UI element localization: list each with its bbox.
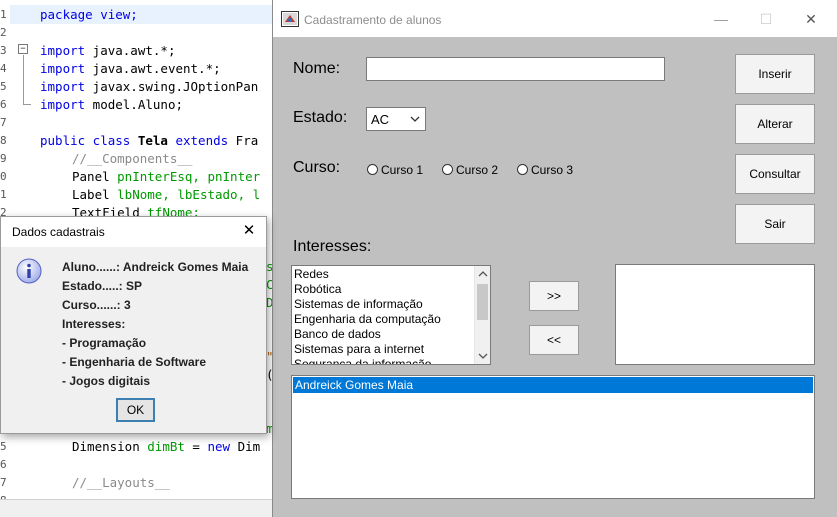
chevron-down-icon xyxy=(410,116,420,122)
list-item-selected[interactable]: Andreick Gomes Maia xyxy=(293,377,813,393)
dialog-titlebar[interactable]: Dados cadastrais ✕ xyxy=(1,217,266,247)
nome-label: Nome: xyxy=(293,60,341,77)
dados-dialog: Dados cadastrais ✕ Aluno......: Andreick… xyxy=(0,216,267,434)
line-number: 4 xyxy=(0,62,7,75)
line-number: 1 xyxy=(0,8,7,21)
list-item[interactable]: Banco de dados xyxy=(294,327,381,342)
scroll-up-icon[interactable] xyxy=(478,270,488,278)
remove-interest-button[interactable]: << xyxy=(529,325,579,355)
dialog-interest-item: - Jogos digitais xyxy=(62,374,151,388)
code-comment: //__Layouts__ xyxy=(72,475,170,490)
horizontal-scrollbar[interactable] xyxy=(0,499,272,517)
fold-guide-end xyxy=(23,104,31,105)
scroll-down-icon[interactable] xyxy=(478,352,488,360)
code-line: import javax.swing.JOptionPan xyxy=(40,79,259,94)
line-number: 7 xyxy=(0,116,7,129)
dialog-curso: Curso......: 3 xyxy=(62,298,131,312)
code-line: import java.awt.*; xyxy=(40,43,176,58)
dialog-interesses-title: Interesses: xyxy=(62,317,126,331)
line-number: 0 xyxy=(0,170,7,183)
radio-label: Curso 1 xyxy=(381,163,424,177)
code-line: package view; xyxy=(40,7,138,22)
dialog-estado: Estado.....: SP xyxy=(62,279,143,293)
fold-toggle-icon[interactable]: − xyxy=(18,44,28,54)
list-item[interactable]: Sistemas para a internet xyxy=(294,342,424,357)
window-title: Cadastramento de alunos xyxy=(304,13,442,27)
java-app-icon xyxy=(281,11,299,27)
line-number: 9 xyxy=(0,152,7,165)
close-button[interactable]: ✕ xyxy=(788,6,834,32)
list-item[interactable]: Redes xyxy=(294,267,329,282)
code-line: Panel pnInterEsq, pnInter xyxy=(72,169,261,184)
radio-label: Curso 2 xyxy=(456,163,499,177)
consultar-button[interactable]: Consultar xyxy=(735,154,815,194)
list-item[interactable]: Engenharia da computação xyxy=(294,312,441,327)
cadastro-window: Cadastramento de alunos — ☐ ✕ Nome: Esta… xyxy=(272,0,837,517)
scroll-thumb[interactable] xyxy=(477,284,488,320)
code-line: public class Tela extends Fra xyxy=(40,133,259,148)
add-interest-button[interactable]: >> xyxy=(529,281,579,311)
curso-label: Curso: xyxy=(293,159,341,176)
dialog-aluno: Aluno......: Andreick Gomes Maia xyxy=(62,260,249,274)
dialog-close-button[interactable]: ✕ xyxy=(240,222,258,240)
radio-circle xyxy=(517,164,528,175)
info-icon xyxy=(16,258,42,284)
sair-button[interactable]: Sair xyxy=(735,204,815,244)
interesses-list[interactable]: Redes Robótica Sistemas de informação En… xyxy=(291,265,491,365)
minimize-button[interactable]: — xyxy=(698,6,744,32)
list-item[interactable]: Sistemas de informação xyxy=(294,297,423,312)
radio-label: Curso 3 xyxy=(531,163,574,177)
list-scrollbar[interactable] xyxy=(474,266,490,364)
inserir-button[interactable]: Inserir xyxy=(735,54,815,94)
alterar-button[interactable]: Alterar xyxy=(735,104,815,144)
radio-circle xyxy=(442,164,453,175)
selected-interests-list[interactable] xyxy=(615,264,815,365)
estado-label: Estado: xyxy=(293,109,348,126)
code-line: Dimension dimBt = new Dim xyxy=(72,439,261,454)
estado-select[interactable]: AC xyxy=(366,107,426,131)
fold-guide xyxy=(23,55,24,105)
line-number: 2 xyxy=(0,26,7,39)
code-line: Label lbNome, lbEstado, l xyxy=(72,187,261,202)
code-line: import model.Aluno; xyxy=(40,97,183,112)
dialog-interest-item: - Engenharia de Software xyxy=(62,355,207,369)
alunos-list[interactable]: Andreick Gomes Maia xyxy=(291,375,815,499)
line-number: 6 xyxy=(0,458,7,471)
code-comment: //__Components__ xyxy=(72,151,193,166)
line-number: 7 xyxy=(0,476,7,489)
dialog-interest-item: - Programação xyxy=(62,336,147,350)
line-number: 6 xyxy=(0,98,7,111)
line-number: 5 xyxy=(0,80,7,93)
nome-input[interactable] xyxy=(366,57,665,81)
code-line: import java.awt.event.*; xyxy=(40,61,221,76)
list-item[interactable]: Robótica xyxy=(294,282,341,297)
line-number: 5 xyxy=(0,440,7,453)
list-item[interactable]: Segurança da informação xyxy=(294,357,431,364)
line-number: 8 xyxy=(0,134,7,147)
interesses-label: Interesses: xyxy=(293,238,372,255)
line-number: 3 xyxy=(0,44,7,57)
maximize-button[interactable]: ☐ xyxy=(743,6,789,32)
ok-button[interactable]: OK xyxy=(116,398,155,422)
estado-selected-value: AC xyxy=(371,112,390,127)
dialog-title: Dados cadastrais xyxy=(12,225,105,239)
radio-circle xyxy=(367,164,378,175)
window-titlebar[interactable]: Cadastramento de alunos — ☐ ✕ xyxy=(273,0,837,37)
line-number: 1 xyxy=(0,188,7,201)
